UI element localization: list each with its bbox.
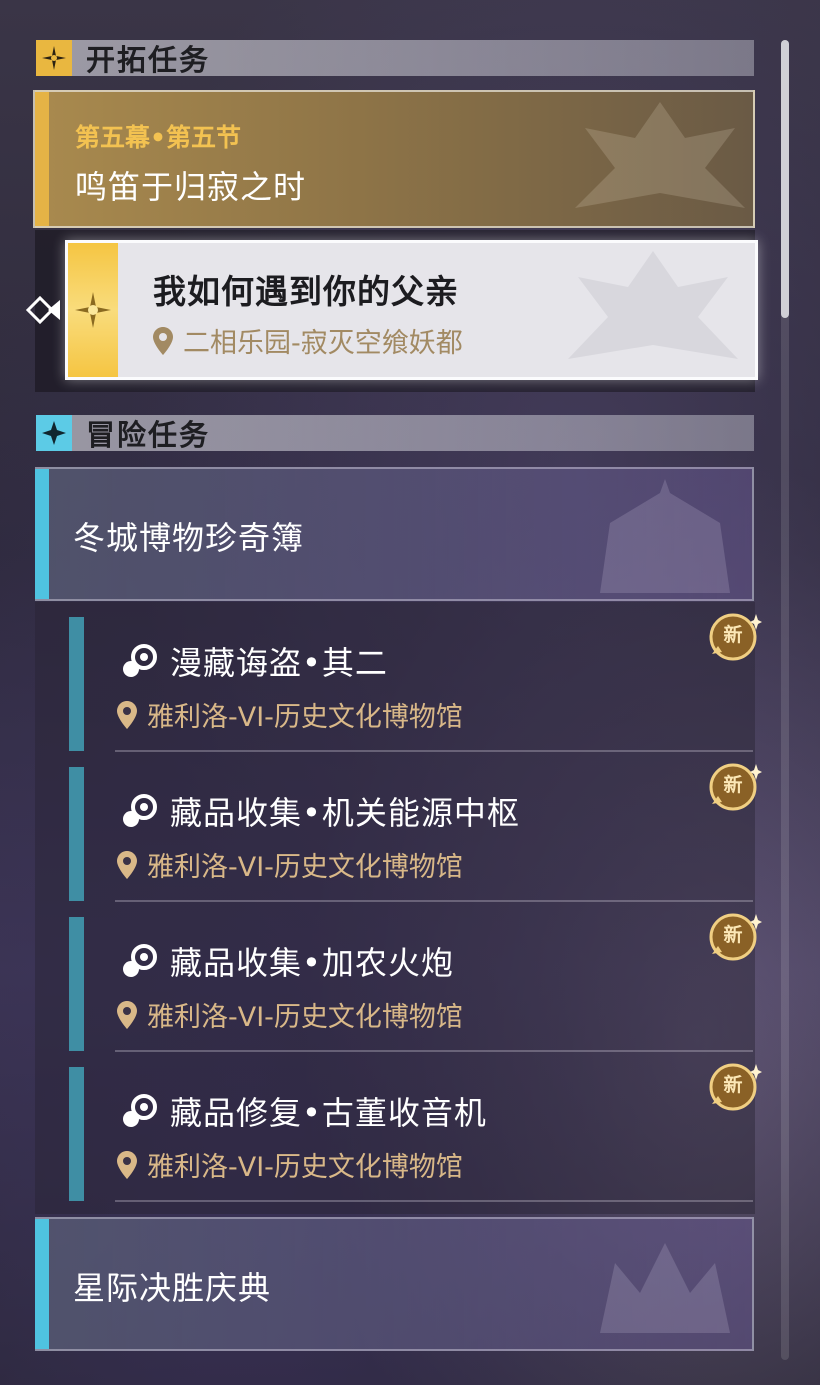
quest-accent bbox=[69, 617, 84, 751]
four-point-star-icon bbox=[36, 415, 72, 451]
quest-title: 藏品收集•机关能源中枢 bbox=[120, 788, 520, 834]
quest-divider bbox=[115, 1200, 753, 1202]
quest-location: 雅利洛-VI-历史文化博物馆 bbox=[117, 695, 463, 734]
selection-arrow-icon bbox=[25, 294, 66, 330]
emblem-decoration bbox=[568, 251, 738, 359]
category-accent bbox=[35, 469, 49, 599]
category-title: 星际决胜庆典 bbox=[73, 1269, 272, 1307]
mission-strip bbox=[68, 243, 118, 377]
section-title: 冒险任务 bbox=[86, 418, 211, 452]
selected-mission-title: 我如何遇到你的父亲 bbox=[153, 272, 459, 311]
quest-divider bbox=[115, 900, 753, 902]
quest-location: 雅利洛-VI-历史文化博物馆 bbox=[117, 995, 463, 1034]
quest-location: 雅利洛-VI-历史文化博物馆 bbox=[117, 1145, 463, 1184]
section-title: 开拓任务 bbox=[86, 43, 211, 77]
main-quest-accent bbox=[35, 92, 49, 226]
quest-title: 藏品修复•古董收音机 bbox=[120, 1088, 487, 1134]
quest-accent bbox=[69, 917, 84, 1051]
main-quest-card[interactable]: 第五幕•第五节 鸣笛于归寂之时 bbox=[33, 90, 755, 228]
map-pin-icon bbox=[117, 850, 137, 879]
new-badge-icon: 新 bbox=[708, 762, 762, 814]
selected-mission-card[interactable]: 我如何遇到你的父亲 二相乐园-寂灭空飨妖都 bbox=[65, 240, 758, 380]
quest-orb-icon bbox=[123, 644, 157, 677]
map-pin-icon bbox=[117, 1150, 137, 1179]
selected-mission-location: 二相乐园-寂灭空飨妖都 bbox=[153, 321, 463, 360]
quest-location: 雅利洛-VI-历史文化博物馆 bbox=[117, 845, 463, 884]
compass-star-icon bbox=[36, 40, 72, 76]
new-badge-icon: 新 bbox=[708, 912, 762, 964]
new-badge-icon: 新 bbox=[708, 1062, 762, 1114]
quest-orb-icon bbox=[123, 1094, 157, 1127]
new-badge-icon: 新 bbox=[708, 612, 762, 664]
quest-title: 漫藏诲盗•其二 bbox=[120, 638, 388, 684]
quest-accent bbox=[69, 767, 84, 901]
category-card-museum[interactable]: 冬城博物珍奇簿 bbox=[35, 467, 754, 601]
emblem-decoration bbox=[575, 102, 745, 208]
category-title: 冬城博物珍奇簿 bbox=[73, 519, 305, 557]
crown-emblem-icon bbox=[600, 1243, 730, 1333]
category-card-interstellar[interactable]: 星际决胜庆典 bbox=[35, 1217, 754, 1351]
quest-divider bbox=[115, 1050, 753, 1052]
quest-divider bbox=[115, 750, 753, 752]
map-pin-icon bbox=[153, 326, 173, 355]
main-quest-chapter: 第五幕•第五节 bbox=[75, 123, 241, 152]
section-header-trailblaze: 开拓任务 bbox=[36, 40, 754, 77]
map-pin-icon bbox=[117, 700, 137, 729]
main-quest-title: 鸣笛于归寂之时 bbox=[75, 168, 307, 206]
museum-emblem-icon bbox=[600, 479, 730, 593]
section-header-adventure: 冒险任务 bbox=[36, 415, 754, 452]
quest-title: 藏品收集•加农火炮 bbox=[120, 938, 454, 984]
quest-accent bbox=[69, 1067, 84, 1201]
map-pin-icon bbox=[117, 1000, 137, 1029]
compass-star-icon bbox=[75, 292, 111, 328]
scrollbar-thumb[interactable] bbox=[781, 40, 789, 318]
quest-orb-icon bbox=[123, 794, 157, 827]
quest-orb-icon bbox=[123, 944, 157, 977]
category-accent bbox=[35, 1219, 49, 1349]
